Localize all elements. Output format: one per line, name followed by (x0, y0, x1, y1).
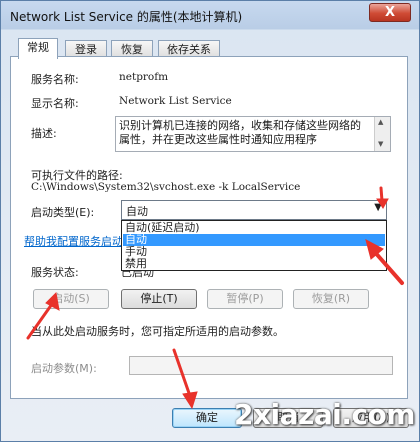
annotation-arrow-selection (371, 248, 404, 285)
annotation-arrow-ok (172, 348, 192, 398)
annotation-arrows (26, 186, 404, 410)
annotation-arrowhead-ok (182, 391, 198, 410)
annotation-arrow-start (26, 302, 54, 340)
annotation-arrowhead-dropdown (376, 198, 389, 209)
